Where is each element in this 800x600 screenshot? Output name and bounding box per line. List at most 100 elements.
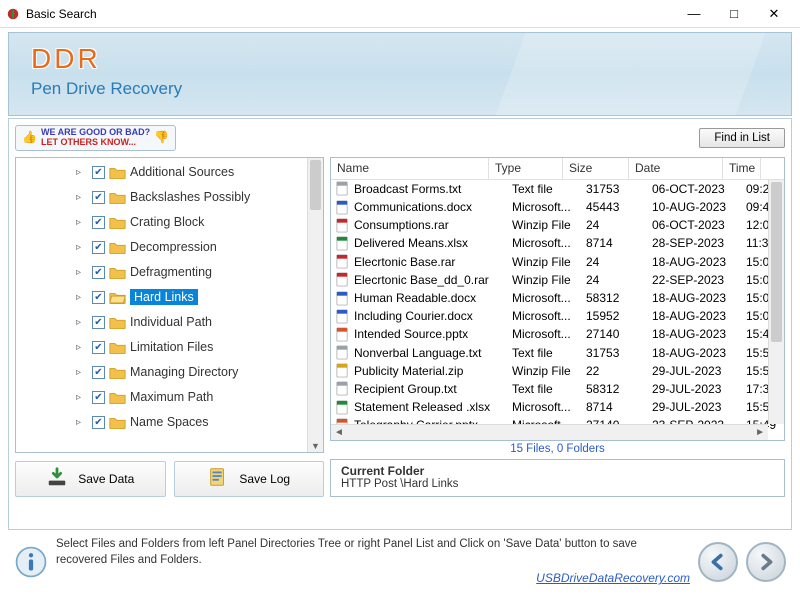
nav-back-button[interactable] xyxy=(698,542,738,582)
col-size[interactable]: Size xyxy=(563,158,629,179)
scroll-left-icon[interactable]: ◄ xyxy=(334,427,344,438)
tree-item-label: Backslashes Possibly xyxy=(130,190,250,204)
tree-checkbox[interactable]: ✔ xyxy=(92,216,105,229)
twisty-icon[interactable]: ▹ xyxy=(76,267,88,278)
file-hscrollbar[interactable]: ◄► xyxy=(331,424,768,440)
tree-item[interactable]: ▹✔Additional Sources xyxy=(76,160,323,185)
file-row[interactable]: Including Courier.docxMicrosoft...159521… xyxy=(331,307,784,325)
save-data-button[interactable]: Save Data xyxy=(15,461,166,497)
tree-checkbox[interactable]: ✔ xyxy=(92,191,105,204)
folder-icon xyxy=(109,266,126,279)
file-row[interactable]: Recipient Group.txtText file5831229-JUL-… xyxy=(331,380,784,398)
tree-item[interactable]: ▹ ✔ Individual Path xyxy=(76,310,323,335)
file-type-icon xyxy=(335,327,350,342)
tree-item[interactable]: ▹✔Managing Directory xyxy=(76,360,323,385)
col-date[interactable]: Date xyxy=(629,158,723,179)
file-type-icon xyxy=(335,400,350,415)
tree-item[interactable]: ▹✔Limitation Files xyxy=(76,335,323,360)
tree-item[interactable]: ▹✔Crating Block xyxy=(76,210,323,235)
file-size: 58312 xyxy=(586,382,652,396)
twisty-icon[interactable]: ▹ xyxy=(76,342,88,353)
tree-item[interactable]: ▹✔Defragmenting xyxy=(76,260,323,285)
file-name: Broadcast Forms.txt xyxy=(354,182,512,196)
footer-url[interactable]: USBDriveDataRecovery.com xyxy=(56,570,690,586)
save-log-icon xyxy=(207,466,229,491)
footer-help: Select Files and Folders from left Panel… xyxy=(56,537,690,586)
file-type: Microsoft... xyxy=(512,400,586,414)
twisty-icon[interactable]: ▹ xyxy=(76,242,88,253)
twisty-icon[interactable]: ▹ xyxy=(76,417,88,428)
scroll-thumb[interactable] xyxy=(310,160,321,210)
col-name[interactable]: Name xyxy=(331,158,489,179)
file-row[interactable]: Communications.docxMicrosoft...4544310-A… xyxy=(331,198,784,216)
close-button[interactable]: ✕ xyxy=(754,0,794,28)
twisty-icon[interactable]: ▹ xyxy=(76,167,88,178)
twisty-icon[interactable]: ▹ xyxy=(76,367,88,378)
tree-checkbox[interactable]: ✔ xyxy=(92,166,105,179)
file-type-icon xyxy=(335,236,350,251)
file-date: 29-JUL-2023 xyxy=(652,382,746,396)
twisty-icon[interactable]: ▹ xyxy=(76,317,88,328)
tree-checkbox[interactable]: ✔ xyxy=(92,316,105,329)
scroll-thumb[interactable] xyxy=(771,182,782,342)
main-panel: 👍 WE ARE GOOD OR BAD? LET OTHERS KNOW...… xyxy=(8,118,792,530)
file-date: 18-AUG-2023 xyxy=(652,346,746,360)
scroll-right-icon[interactable]: ► xyxy=(755,427,765,438)
brand-logo-text: DDR xyxy=(31,43,769,75)
file-type: Winzip File xyxy=(512,364,586,378)
twisty-icon[interactable]: ▹ xyxy=(76,217,88,228)
file-row[interactable]: Elecrtonic Base.rarWinzip File2418-AUG-2… xyxy=(331,253,784,271)
file-row[interactable]: Delivered Means.xlsxMicrosoft...871428-S… xyxy=(331,234,784,252)
file-name: Statement Released .xlsx xyxy=(354,400,512,414)
twisty-icon[interactable]: ▹ xyxy=(76,292,88,303)
tree-item-label: Hard Links xyxy=(130,289,198,305)
twisty-icon[interactable]: ▹ xyxy=(76,192,88,203)
tree-item[interactable]: ▹ ✔ Backslashes Possibly xyxy=(76,185,323,210)
current-folder-title: Current Folder xyxy=(341,464,774,478)
maximize-button[interactable]: □ xyxy=(714,0,754,28)
file-row[interactable]: Statement Released .xlsxMicrosoft...8714… xyxy=(331,398,784,416)
file-row[interactable]: Human Readable.docxMicrosoft...5831218-A… xyxy=(331,289,784,307)
nav-forward-button[interactable] xyxy=(746,542,786,582)
tree-item[interactable]: ▹ ✔ Hard Links xyxy=(76,285,323,310)
right-pane: Name Type Size Date Time Broadcast Forms… xyxy=(330,157,785,497)
file-list-header: Name Type Size Date Time xyxy=(331,158,784,180)
tree-item[interactable]: ▹✔Decompression xyxy=(76,235,323,260)
file-row[interactable]: Consumptions.rarWinzip File2406-OCT-2023… xyxy=(331,216,784,234)
folder-icon xyxy=(109,391,126,404)
tree-checkbox[interactable]: ✔ xyxy=(92,341,105,354)
file-row[interactable]: Elecrtonic Base_dd_0.rarWinzip File2422-… xyxy=(331,271,784,289)
current-folder-box: Current Folder HTTP Post \Hard Links xyxy=(330,459,785,497)
file-vscrollbar[interactable] xyxy=(768,180,784,424)
file-row[interactable]: Intended Source.pptxMicrosoft...2714018-… xyxy=(331,325,784,343)
col-type[interactable]: Type xyxy=(489,158,563,179)
find-in-list-button[interactable]: Find in List xyxy=(699,128,785,148)
file-row[interactable]: Broadcast Forms.txtText file3175306-OCT-… xyxy=(331,180,784,198)
tree-item[interactable]: ▹✔Name Spaces xyxy=(76,410,323,435)
file-row[interactable]: Publicity Material.zipWinzip File2229-JU… xyxy=(331,362,784,380)
tree-scrollbar[interactable]: ▲ ▼ xyxy=(307,158,323,452)
file-size: 27140 xyxy=(586,327,652,341)
tree-checkbox[interactable]: ✔ xyxy=(92,291,105,304)
folder-icon xyxy=(109,366,126,379)
file-row[interactable]: Nonverbal Language.txtText file3175318-A… xyxy=(331,343,784,361)
tree-checkbox[interactable]: ✔ xyxy=(92,366,105,379)
file-size: 24 xyxy=(586,218,652,232)
file-type-icon xyxy=(335,345,350,360)
tree-item[interactable]: ▹✔Maximum Path xyxy=(76,385,323,410)
folder-icon xyxy=(109,291,126,304)
app-icon xyxy=(6,7,20,21)
save-log-button[interactable]: Save Log xyxy=(174,461,325,497)
feedback-banner[interactable]: 👍 WE ARE GOOD OR BAD? LET OTHERS KNOW...… xyxy=(15,125,176,151)
file-type-icon xyxy=(335,272,350,287)
col-time[interactable]: Time xyxy=(723,158,761,179)
tree-checkbox[interactable]: ✔ xyxy=(92,266,105,279)
tree-checkbox[interactable]: ✔ xyxy=(92,391,105,404)
minimize-button[interactable]: — xyxy=(674,0,714,28)
tree-checkbox[interactable]: ✔ xyxy=(92,241,105,254)
file-type: Winzip File xyxy=(512,218,586,232)
tree-item-label: Individual Path xyxy=(130,315,212,329)
twisty-icon[interactable]: ▹ xyxy=(76,392,88,403)
scroll-down-icon[interactable]: ▼ xyxy=(308,441,323,451)
tree-checkbox[interactable]: ✔ xyxy=(92,416,105,429)
